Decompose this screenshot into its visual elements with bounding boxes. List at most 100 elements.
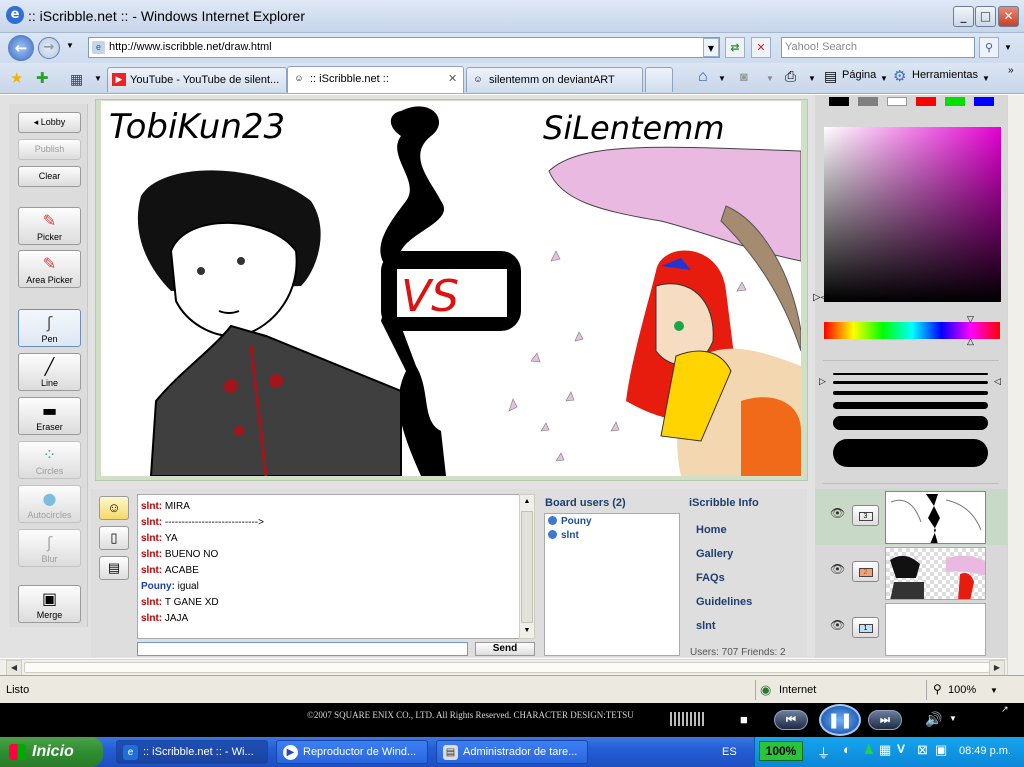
antivirus-icon[interactable]: V (897, 742, 905, 756)
forward-button[interactable]: → (38, 37, 60, 59)
clock[interactable]: 08:49 p.m. (959, 745, 1011, 757)
stop-icon[interactable]: ✕ (751, 37, 771, 58)
chat-username[interactable]: slnt (141, 597, 159, 608)
swatch-gray[interactable] (858, 97, 878, 106)
stop-button[interactable]: ■ (740, 712, 748, 727)
messenger-icon[interactable]: ♟ (863, 742, 875, 758)
line-tool[interactable]: ╱ Line (18, 353, 81, 391)
swatch-green[interactable] (945, 97, 965, 106)
previous-button[interactable]: ⏮ (774, 710, 808, 730)
zoom-level[interactable]: 100% (948, 684, 976, 696)
saturation-brightness-picker[interactable] (824, 127, 1001, 302)
search-options-icon[interactable]: ▼ (1004, 43, 1012, 52)
gallery-link[interactable]: Gallery (696, 548, 733, 560)
swatch-white[interactable] (887, 97, 907, 106)
tab-deviantart[interactable]: ☺ silentemm on deviantART (466, 67, 643, 92)
publish-button[interactable]: Publish (18, 139, 81, 160)
home-dropdown-icon[interactable]: ▼ (718, 74, 726, 83)
chat-username[interactable]: Pouny (141, 581, 172, 592)
brush-size-5[interactable] (833, 416, 988, 430)
print-dropdown-icon[interactable]: ▼ (808, 74, 816, 83)
add-favorite-icon[interactable]: ✚ (36, 69, 49, 87)
chat-username[interactable]: slnt (141, 565, 159, 576)
autocircles-tool[interactable]: ● Autocircles (18, 485, 81, 523)
tab-list-icon[interactable]: ▼ (94, 74, 102, 83)
picker-tool[interactable]: ✎ Picker (18, 207, 81, 245)
tools-menu[interactable]: Herramientas (912, 69, 978, 81)
chat-log-button[interactable]: ▤ (99, 556, 129, 580)
horizontal-scroll-thumb[interactable] (24, 662, 990, 673)
pause-button[interactable]: ❚❚ (819, 704, 861, 736)
brush-size-1[interactable] (833, 373, 988, 375)
hue-handle-icon[interactable]: △ (967, 336, 974, 347)
send-button[interactable]: Send (475, 642, 535, 656)
brush-size-right-handle-icon[interactable]: ◁ (994, 376, 1001, 387)
layer-thumbnail[interactable] (885, 491, 986, 544)
user-item[interactable]: Pouny (548, 515, 676, 529)
maximize-button[interactable]: □ (975, 6, 996, 27)
lobby-button[interactable]: ◂ Lobby (18, 112, 81, 133)
new-tab-button[interactable] (645, 67, 673, 92)
chat-username[interactable]: slnt (141, 517, 159, 528)
page-dropdown-icon[interactable]: ▼ (880, 74, 888, 83)
swatch-red[interactable] (916, 97, 936, 106)
chat-input[interactable] (137, 642, 468, 656)
user-item[interactable]: slnt (548, 529, 676, 543)
close-button[interactable]: ✕ (998, 6, 1019, 27)
brush-size-2[interactable] (833, 381, 988, 384)
tab-close-icon[interactable]: ✕ (448, 72, 457, 85)
page-icon[interactable]: ▤ (824, 68, 837, 85)
speaker-icon[interactable]: ◐ (843, 742, 851, 757)
tab-youtube[interactable]: ▶ YouTube - YouTube de silent... (107, 67, 287, 92)
power-plug-icon[interactable]: ⏚ (817, 743, 830, 762)
chat-username[interactable]: slnt (141, 613, 159, 624)
quick-tabs-icon[interactable]: ▦ (70, 71, 83, 88)
network-icon[interactable]: ▦ (879, 742, 891, 758)
home-link[interactable]: Home (696, 524, 727, 536)
chat-window-button[interactable]: ▯ (99, 526, 129, 550)
layer-row-2[interactable]: 👁 2 (815, 545, 1007, 601)
hue-handle-icon[interactable]: ▽ (967, 314, 974, 325)
scroll-up-icon[interactable]: ▲ (520, 495, 534, 509)
layer-number[interactable]: 3 (852, 505, 879, 526)
page-horizontal-scrollbar[interactable]: ◀ ▶ (0, 659, 1007, 676)
eye-icon[interactable]: 👁 (830, 506, 845, 520)
swatch-blue[interactable] (974, 97, 994, 106)
chat-log[interactable]: slnt: MIRA slnt: ------------------------… (137, 494, 522, 639)
volume-dropdown-icon[interactable]: ▼ (949, 714, 957, 723)
back-button[interactable]: ← (8, 35, 34, 61)
search-input[interactable]: Yahoo! Search (781, 37, 975, 58)
volume-icon[interactable]: 🔊 (925, 711, 942, 728)
next-button[interactable]: ⏭ (868, 710, 902, 730)
search-icon[interactable]: ⚲ (979, 37, 999, 58)
layer-thumbnail[interactable] (885, 603, 986, 656)
scroll-left-icon[interactable]: ◀ (6, 660, 22, 676)
media-icon[interactable]: ▣ (935, 742, 947, 758)
circles-tool[interactable]: ⁘ Circles (18, 441, 81, 479)
eye-icon[interactable]: 👁 (830, 562, 845, 576)
swatch-black[interactable] (829, 97, 849, 106)
gear-icon[interactable]: ⚙ (893, 67, 906, 85)
chat-username[interactable]: slnt (141, 533, 159, 544)
address-input[interactable]: e http://www.iscribble.net/draw.html (88, 37, 720, 58)
restore-player-icon[interactable]: ↗ (1001, 704, 1009, 715)
brush-size-6[interactable] (833, 439, 988, 467)
scroll-down-icon[interactable]: ▼ (520, 624, 534, 638)
favorites-star-icon[interactable]: ★ (10, 69, 23, 87)
layer-number[interactable]: 2 (852, 561, 879, 582)
zoom-dropdown-icon[interactable]: ▼ (990, 686, 998, 695)
chat-username[interactable]: slnt (141, 501, 159, 512)
language-indicator[interactable]: ES (722, 746, 737, 758)
tools-dropdown-icon[interactable]: ▼ (982, 74, 990, 83)
battery-meter[interactable]: 100% (759, 741, 803, 761)
page-vertical-scrollbar[interactable] (1007, 95, 1024, 675)
profile-link[interactable]: slnt (696, 620, 716, 632)
address-dropdown-icon[interactable]: ▼ (703, 38, 719, 57)
start-button[interactable]: Inicio (0, 737, 103, 767)
layer-thumbnail[interactable] (885, 547, 986, 600)
task-task-manager[interactable]: ▤ Administrador de tare... (436, 740, 588, 764)
chat-scroll-thumb[interactable] (521, 511, 533, 623)
print-icon[interactable]: ⎙ (785, 68, 796, 85)
chat-username[interactable]: slnt (141, 549, 159, 560)
merge-button[interactable]: ▣ Merge (18, 585, 81, 623)
